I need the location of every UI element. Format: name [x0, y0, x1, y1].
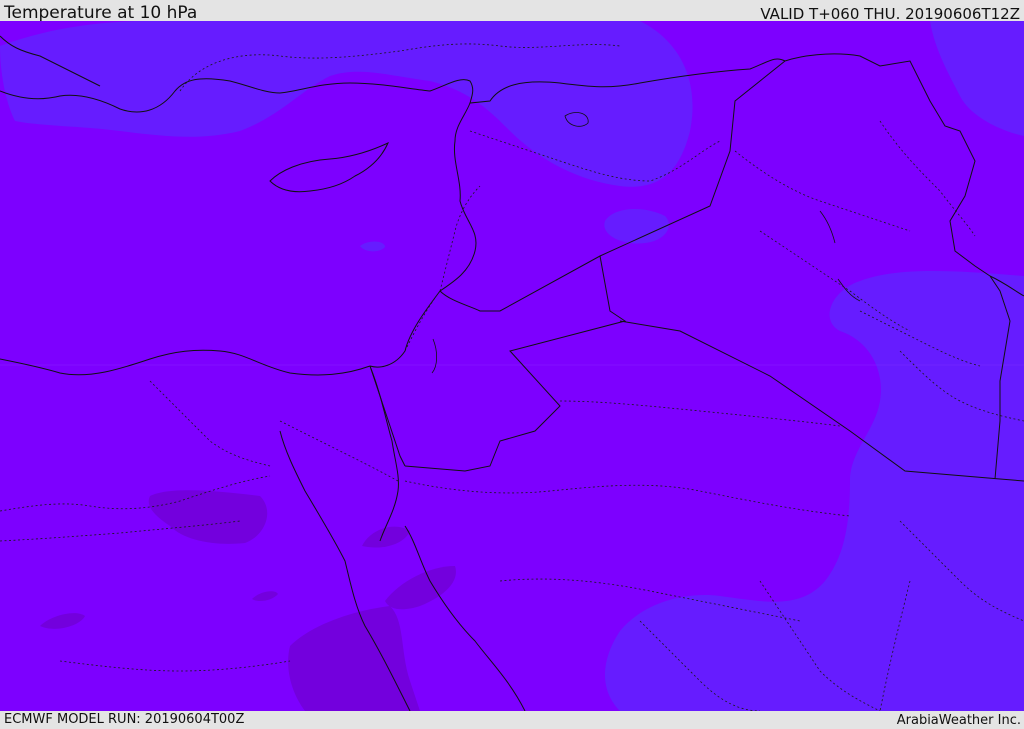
temperature-map: [0, 21, 1024, 711]
map-title: Temperature at 10 hPa: [4, 3, 198, 23]
model-run-label: ECMWF MODEL RUN: 20190604T00Z: [4, 712, 245, 727]
header-bar: Temperature at 10 hPa VALID T+060 THU. 2…: [0, 0, 1024, 23]
footer-bar: ECMWF MODEL RUN: 20190604T00Z ArabiaWeat…: [0, 711, 1024, 729]
credit-label: ArabiaWeather Inc.: [896, 713, 1021, 728]
weather-map-frame: Temperature at 10 hPa VALID T+060 THU. 2…: [0, 0, 1024, 729]
